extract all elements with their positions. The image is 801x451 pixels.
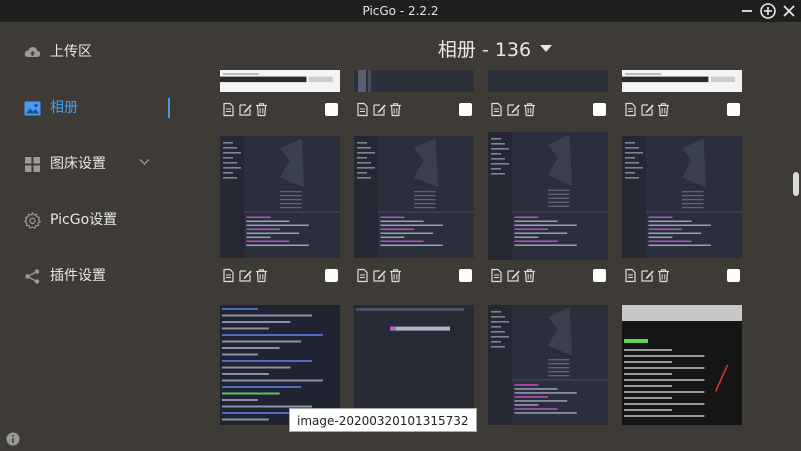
thumbnail-actions (489, 102, 539, 118)
sidebar: 上传区 相册 图床设置 PicGo设置 插件设置 (0, 22, 190, 451)
gallery-thumbnail[interactable] (220, 70, 340, 92)
edit-icon[interactable] (506, 102, 521, 117)
thumbnail-actions (221, 268, 271, 284)
cloud-upload-icon (24, 47, 41, 57)
gallery-thumbnail[interactable] (622, 136, 742, 258)
gallery-thumbnail[interactable] (354, 305, 474, 425)
info-icon[interactable] (6, 432, 20, 446)
grid-icon (25, 157, 40, 172)
thumbnail-actions (221, 102, 271, 118)
edit-icon[interactable] (238, 102, 253, 117)
image-tooltip: image-20200320101315732 (289, 408, 477, 432)
gallery-thumbnail[interactable] (220, 136, 340, 258)
delete-icon[interactable] (656, 102, 671, 117)
document-icon[interactable] (623, 268, 638, 283)
edit-icon[interactable] (640, 102, 655, 117)
document-icon[interactable] (489, 102, 504, 117)
edit-icon[interactable] (238, 268, 253, 283)
title-bar: PicGo - 2.2.2 (0, 0, 801, 22)
edit-icon[interactable] (372, 268, 387, 283)
thumbnail-actions (355, 102, 405, 118)
share-icon (25, 269, 40, 284)
image-icon (24, 101, 41, 116)
document-icon[interactable] (623, 102, 638, 117)
select-checkbox[interactable] (727, 103, 740, 116)
thumbnail-actions (623, 268, 673, 284)
thumbnail-actions (355, 268, 405, 284)
gallery-thumbnail[interactable] (488, 132, 608, 260)
document-icon[interactable] (355, 268, 370, 283)
gallery-thumbnail[interactable] (488, 305, 608, 425)
minimize-icon[interactable] (738, 2, 756, 20)
sidebar-item-picbed-settings[interactable]: 图床设置 (0, 144, 190, 184)
maximize-icon[interactable] (759, 2, 777, 20)
window-title: PicGo - 2.2.2 (362, 4, 439, 18)
document-icon[interactable] (221, 102, 236, 117)
edit-icon[interactable] (506, 268, 521, 283)
select-checkbox[interactable] (325, 269, 338, 282)
gallery-thumbnail[interactable] (354, 136, 474, 258)
select-checkbox[interactable] (459, 103, 472, 116)
sidebar-item-label: 插件设置 (50, 268, 106, 284)
sidebar-item-upload[interactable]: 上传区 (0, 32, 190, 72)
gallery-thumbnail[interactable] (220, 305, 340, 425)
edit-icon[interactable] (372, 102, 387, 117)
select-checkbox[interactable] (727, 269, 740, 282)
select-checkbox[interactable] (593, 103, 606, 116)
document-icon[interactable] (355, 102, 370, 117)
gallery-thumbnail[interactable] (622, 305, 742, 425)
sidebar-item-plugin-settings[interactable]: 插件设置 (0, 256, 190, 296)
sidebar-item-label: PicGo设置 (50, 212, 118, 228)
sidebar-item-picgo-settings[interactable]: PicGo设置 (0, 200, 190, 240)
delete-icon[interactable] (388, 268, 403, 283)
chevron-down-icon (139, 159, 150, 165)
sidebar-item-label: 图床设置 (50, 156, 106, 172)
scrollbar-thumb[interactable] (793, 172, 799, 196)
gallery-grid (190, 22, 790, 451)
gallery-thumbnail[interactable] (488, 70, 608, 92)
sidebar-item-label: 上传区 (50, 44, 92, 60)
sidebar-item-label: 相册 (50, 100, 78, 116)
select-checkbox[interactable] (593, 269, 606, 282)
delete-icon[interactable] (254, 102, 269, 117)
delete-icon[interactable] (522, 268, 537, 283)
delete-icon[interactable] (522, 102, 537, 117)
delete-icon[interactable] (388, 102, 403, 117)
sidebar-item-gallery[interactable]: 相册 (0, 88, 190, 128)
select-checkbox[interactable] (325, 103, 338, 116)
gallery-thumbnail[interactable] (354, 70, 474, 92)
thumbnail-actions (623, 102, 673, 118)
delete-icon[interactable] (656, 268, 671, 283)
thumbnail-actions (489, 268, 539, 284)
delete-icon[interactable] (254, 268, 269, 283)
select-checkbox[interactable] (459, 269, 472, 282)
edit-icon[interactable] (640, 268, 655, 283)
gear-icon (24, 212, 41, 229)
document-icon[interactable] (489, 268, 504, 283)
document-icon[interactable] (221, 268, 236, 283)
active-indicator (168, 98, 170, 118)
main-panel: 上传区 相册 图床设置 PicGo设置 插件设置 相册 - 136 image-… (0, 22, 801, 451)
close-icon[interactable] (780, 2, 798, 20)
gallery-thumbnail[interactable] (622, 70, 742, 92)
